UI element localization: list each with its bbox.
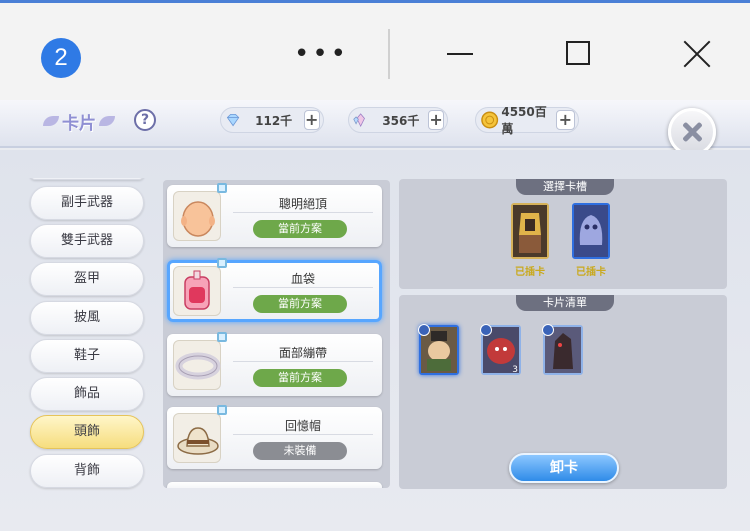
- lock-icon: [217, 405, 227, 415]
- slot-status-label: 已插卡: [576, 267, 606, 278]
- category-item[interactable]: 飾品: [30, 377, 144, 411]
- equipment-list[interactable]: 聰明絕頂 當前方案 血袋 當前方案 面部繃帶 當前方案 回憶帽 未裝備: [163, 180, 390, 488]
- crystal-resource: 356千 +: [348, 107, 448, 133]
- card-item[interactable]: [542, 324, 583, 375]
- card-panel: 副手武器 雙手武器 盔甲 披風 鞋子 飾品 頭飾 背飾 聰明絕頂 當前方案 血袋…: [0, 150, 750, 531]
- titlebar-divider: [388, 29, 390, 79]
- window-titlebar: 2 •••: [0, 0, 750, 100]
- diamond-icon: [226, 113, 240, 127]
- tab-number-badge[interactable]: 2: [41, 38, 81, 78]
- window-close-button[interactable]: [682, 39, 712, 69]
- category-item[interactable]: 副手武器: [30, 186, 144, 220]
- equipment-card-partial: [167, 482, 382, 488]
- category-item[interactable]: 盔甲: [30, 262, 144, 296]
- card-type-badge-icon: [418, 324, 430, 336]
- equipment-card[interactable]: 面部繃帶 當前方案: [167, 332, 382, 396]
- divider: [233, 361, 373, 362]
- card-slot-panel: 選擇卡槽 已插卡 已插卡: [399, 179, 727, 289]
- help-button[interactable]: ?: [134, 109, 156, 131]
- status-badge: 未裝備: [253, 442, 347, 460]
- coin-resource: 4550百萬 +: [475, 105, 579, 136]
- equipment-name: 面部繃帶: [278, 346, 327, 360]
- coin-value: 4550百萬: [501, 105, 547, 136]
- status-badge: 當前方案: [253, 369, 347, 387]
- card-count: 3: [512, 365, 518, 375]
- left-wing-icon: [43, 116, 59, 126]
- coin-icon: [481, 111, 499, 129]
- bandage-icon: [175, 352, 221, 380]
- equipment-card[interactable]: 聰明絕頂 當前方案: [167, 183, 382, 247]
- coin-plus-button[interactable]: +: [555, 110, 575, 130]
- card-item-selected[interactable]: [418, 324, 459, 375]
- card-slot[interactable]: [511, 203, 549, 259]
- equipment-thumbnail: [173, 191, 221, 241]
- crystal-plus-button[interactable]: +: [428, 110, 445, 130]
- right-wing-icon: [99, 116, 115, 126]
- minimize-button[interactable]: [447, 53, 473, 55]
- status-badge: 當前方案: [253, 295, 347, 313]
- slot-panel-title: 選擇卡槽: [516, 179, 614, 195]
- page-title: 卡片: [62, 113, 96, 134]
- divider: [233, 434, 373, 435]
- equipment-thumbnail: [173, 340, 221, 390]
- equipment-card[interactable]: 回憶帽 未裝備: [167, 405, 382, 469]
- hat-icon: [177, 427, 219, 455]
- slot-status-label: 已插卡: [515, 267, 545, 278]
- divider: [233, 212, 373, 213]
- title-group: 卡片: [40, 108, 118, 134]
- category-item-selected[interactable]: 頭飾: [30, 415, 144, 449]
- diamond-plus-button[interactable]: +: [303, 110, 321, 130]
- bald-head-icon: [181, 201, 215, 237]
- card-item[interactable]: 3: [480, 324, 521, 375]
- card-type-badge-icon: [542, 324, 554, 336]
- card-type-badge-icon: [480, 324, 492, 336]
- diamond-value: 112千: [255, 113, 293, 128]
- category-list[interactable]: 副手武器 雙手武器 盔甲 披風 鞋子 飾品 頭飾 背飾: [28, 178, 146, 524]
- equipment-thumbnail: [173, 413, 221, 463]
- divider: [233, 287, 373, 288]
- status-badge: 當前方案: [253, 220, 347, 238]
- more-options-button[interactable]: •••: [294, 39, 349, 69]
- category-item-partial: [30, 178, 144, 180]
- maximize-button[interactable]: [566, 41, 590, 65]
- pharaoh-card-icon: [513, 205, 547, 257]
- crystal-icon: [353, 113, 365, 127]
- equipment-thumbnail: [173, 266, 221, 316]
- ghost-card-icon: [574, 205, 608, 257]
- unload-card-button[interactable]: 卸卡: [509, 453, 619, 483]
- blood-bag-icon: [184, 270, 210, 310]
- lock-icon: [217, 332, 227, 342]
- category-item[interactable]: 雙手武器: [30, 224, 144, 258]
- category-item[interactable]: 鞋子: [30, 339, 144, 373]
- card-slot-selected[interactable]: [572, 203, 610, 259]
- lock-icon: [217, 183, 227, 193]
- diamond-resource: 112千 +: [220, 107, 324, 133]
- equipment-name: 聰明絕頂: [278, 197, 327, 211]
- lock-icon: [217, 258, 227, 268]
- equipment-name: 血袋: [290, 272, 315, 286]
- equipment-card-selected[interactable]: 血袋 當前方案: [167, 258, 382, 322]
- card-list-title: 卡片清單: [516, 295, 614, 311]
- equipment-name: 回憶帽: [284, 419, 321, 433]
- panel-close-button[interactable]: [668, 108, 716, 156]
- category-item[interactable]: 背飾: [30, 454, 144, 488]
- crystal-value: 356千: [382, 113, 420, 128]
- category-item[interactable]: 披風: [30, 301, 144, 335]
- game-header: 卡片 ? 112千 + 356千 + 4550百萬 +: [0, 100, 750, 148]
